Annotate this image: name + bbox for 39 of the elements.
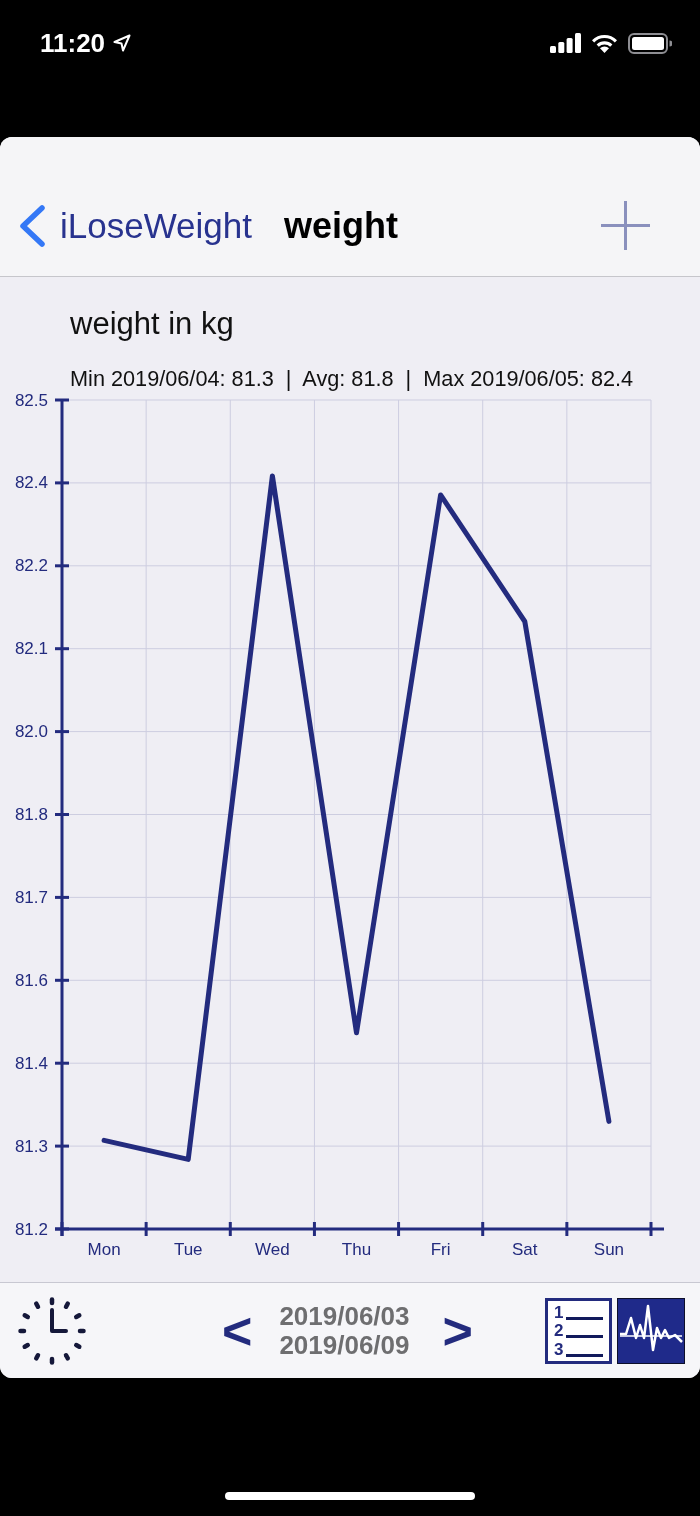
x-category-label: Wed — [255, 1239, 290, 1259]
y-tick-label: 81.6 — [14, 970, 48, 990]
plus-icon — [601, 201, 650, 250]
x-category-label: Mon — [87, 1239, 121, 1259]
clock-button[interactable] — [18, 1296, 86, 1365]
back-button[interactable]: iLoseWeight — [18, 203, 252, 248]
y-tick-label: 81.2 — [14, 1219, 48, 1239]
x-category-label: Thu — [341, 1239, 372, 1259]
back-chevron-icon — [18, 203, 46, 248]
y-tick-label: 82.0 — [14, 722, 48, 742]
location-arrow-icon — [113, 34, 132, 52]
chart-stats: Min 2019/06/04: 81.3 | Avg: 81.8 | Max 2019/06/05: 82.4 — [70, 366, 634, 392]
y-tick-label: 82.5 — [14, 392, 48, 410]
y-tick-label: 81.7 — [14, 887, 48, 907]
wifi-icon — [591, 33, 618, 53]
y-tick-label: 82.2 — [14, 556, 48, 576]
pulse-chart-icon — [617, 1297, 685, 1364]
battery-icon — [628, 32, 672, 54]
date-label: 2019/06/03 — [279, 1301, 410, 1331]
clock-icon — [18, 1296, 86, 1365]
y-tick-label: 81.8 — [14, 805, 48, 824]
previous-button[interactable]: < — [222, 1302, 253, 1359]
x-category-label: Sun — [593, 1239, 625, 1259]
status-time: 11:20 — [40, 28, 106, 58]
numbered-list-button[interactable]: 1 2 3 — [545, 1297, 612, 1364]
y-tick-label: 81.3 — [14, 1136, 48, 1156]
date-label: 2019/06/09 — [279, 1330, 410, 1360]
y-tick-label: 81.4 — [14, 1053, 48, 1073]
next-button[interactable]: > — [442, 1302, 473, 1359]
signal-icon — [550, 33, 581, 53]
add-button[interactable] — [601, 201, 650, 250]
x-category-label: Fri — [430, 1239, 451, 1259]
x-category-label: Tue — [173, 1239, 203, 1259]
graph-button[interactable] — [617, 1297, 685, 1364]
nav-title: weight — [284, 203, 398, 248]
chart-title: weight in kg — [70, 306, 234, 342]
y-tick-label: 82.4 — [14, 473, 48, 493]
x-category-label: Sat — [512, 1239, 538, 1259]
y-tick-label: 82.1 — [14, 639, 48, 659]
